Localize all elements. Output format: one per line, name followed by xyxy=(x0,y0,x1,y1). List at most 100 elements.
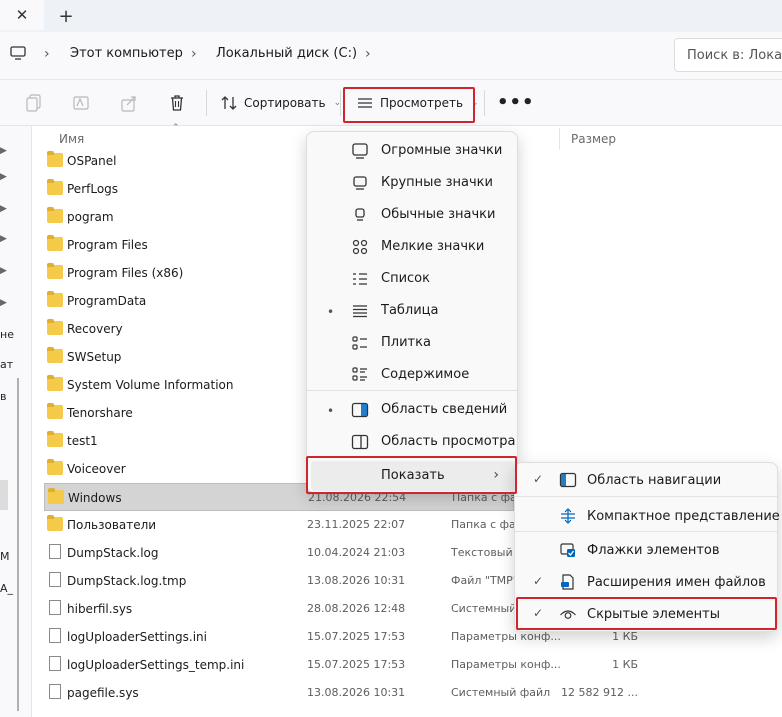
selected-bullet: • xyxy=(327,305,335,319)
view-menu-item[interactable]: Содержимое xyxy=(311,360,515,390)
check-icon: ✓ xyxy=(533,606,544,620)
file-date: 13.08.2026 10:31 xyxy=(307,574,406,587)
folder-icon xyxy=(47,375,63,391)
toolbar-separator xyxy=(340,90,341,116)
list-icon xyxy=(351,271,369,287)
view-menu-item-label: Таблица xyxy=(381,303,439,318)
rename-icon[interactable] xyxy=(71,93,91,113)
nav-item-text[interactable]: в xyxy=(0,390,6,403)
column-header-name[interactable]: Имя xyxy=(59,132,84,146)
expand-arrow-icon[interactable]: ▶ xyxy=(0,146,7,156)
file-name: pogram xyxy=(67,210,114,224)
view-menu-item-label: Область просмотра xyxy=(381,434,516,449)
chevron-right-icon[interactable]: › xyxy=(44,46,50,62)
expand-arrow-icon[interactable]: ▶ xyxy=(0,298,7,308)
extra-large-icons-icon xyxy=(351,143,369,159)
file-name: DumpStack.log xyxy=(67,546,159,560)
file-icon xyxy=(49,684,61,699)
chevron-right-icon: › xyxy=(493,467,499,483)
menu-separator xyxy=(307,456,517,457)
nav-item-text[interactable]: не xyxy=(0,328,14,341)
breadcrumb-local-disk[interactable]: Локальный диск (C:) xyxy=(216,46,357,61)
folder-icon xyxy=(47,235,63,251)
folder-icon xyxy=(47,291,63,307)
view-menu-item[interactable]: Мелкие значки xyxy=(311,232,515,262)
view-menu-item[interactable]: Огромные значки xyxy=(311,136,515,166)
file-date: 13.08.2026 10:31 xyxy=(307,686,406,699)
folder-icon xyxy=(47,151,63,167)
view-menu-item[interactable]: Крупные значки xyxy=(311,168,515,198)
view-menu-item[interactable]: Список xyxy=(311,264,515,294)
show-submenu-item[interactable]: Компактное представление xyxy=(519,501,780,531)
sort-icon xyxy=(221,96,237,110)
view-menu-item[interactable]: • Область сведений xyxy=(311,395,515,425)
nav-item-text[interactable]: ат xyxy=(0,358,13,371)
copy-icon[interactable] xyxy=(24,93,44,113)
nav-selected-item[interactable] xyxy=(0,480,8,510)
view-label: Просмотреть xyxy=(380,96,464,110)
expand-arrow-icon[interactable]: ▶ xyxy=(0,234,7,244)
view-menu-item[interactable]: • Таблица xyxy=(311,296,515,326)
show-submenu-item[interactable]: ✓ Скрытые элементы xyxy=(519,599,775,629)
folder-icon xyxy=(47,515,63,531)
nav-item-text[interactable]: А_ xyxy=(0,582,13,595)
chevron-right-icon[interactable]: › xyxy=(365,46,371,62)
file-name: DumpStack.log.tmp xyxy=(67,574,187,588)
view-menu-item-label: Область сведений xyxy=(381,402,508,417)
file-name: logUploaderSettings_temp.ini xyxy=(67,658,245,672)
file-name: Program Files (x86) xyxy=(67,266,184,280)
view-menu-item-label: Крупные значки xyxy=(381,175,493,190)
command-bar: Сортировать ⌄ Просмотреть ⌄ xyxy=(0,80,782,126)
view-button[interactable]: Просмотреть ⌄ xyxy=(356,89,479,117)
navigation-pane-icon xyxy=(559,472,577,488)
file-name: PerfLogs xyxy=(67,182,119,196)
expand-arrow-icon[interactable]: ▶ xyxy=(0,204,7,214)
more-options-icon[interactable]: ••• xyxy=(497,92,535,113)
expand-arrow-icon[interactable]: ▶ xyxy=(0,172,7,182)
folder-icon xyxy=(48,488,64,504)
show-submenu-item[interactable]: ✓ Расширения имен файлов xyxy=(519,567,775,597)
folder-icon xyxy=(47,403,63,419)
new-tab-icon[interactable]: + xyxy=(52,4,80,28)
chevron-right-icon[interactable]: › xyxy=(191,46,197,62)
show-menu-item[interactable]: Показать › xyxy=(311,461,515,491)
view-menu-item[interactable]: Обычные значки xyxy=(311,200,515,230)
folder-icon xyxy=(47,263,63,279)
search-input[interactable]: Поиск в: Локальный xyxy=(674,38,782,72)
show-submenu-item-label: Компактное представление xyxy=(587,509,780,524)
file-date: 28.08.2026 12:48 xyxy=(307,602,406,615)
view-menu-item-label: Мелкие значки xyxy=(381,239,485,254)
column-header-size[interactable]: Размер xyxy=(571,132,616,146)
file-size: 12 582 912 ... xyxy=(561,686,638,699)
view-menu-item[interactable]: Плитка xyxy=(311,328,515,358)
toolbar-separator xyxy=(484,90,485,116)
show-submenu-item[interactable]: Флажки элементов xyxy=(519,535,775,565)
show-submenu-item[interactable]: ✓ Область навигации xyxy=(519,465,775,495)
close-tab-icon[interactable]: ✕ xyxy=(0,0,44,30)
compact-view-icon xyxy=(559,508,577,524)
file-extensions-icon xyxy=(559,574,577,590)
sort-button[interactable]: Сортировать ⌄ xyxy=(220,89,341,117)
delete-icon[interactable] xyxy=(167,93,187,113)
table-row[interactable]: logUploaderSettings_temp.ini 15.07.2025 1… xyxy=(44,651,782,679)
file-icon xyxy=(49,656,61,671)
breadcrumb-this-pc[interactable]: Этот компьютер xyxy=(70,46,183,61)
folder-icon xyxy=(47,347,63,363)
file-name: System Volume Information xyxy=(67,378,234,392)
share-icon[interactable] xyxy=(119,93,139,113)
nav-scrollbar[interactable] xyxy=(17,378,19,711)
check-icon: ✓ xyxy=(533,574,544,588)
view-menu-item[interactable]: Область просмотра xyxy=(311,427,515,457)
file-size: 1 КБ xyxy=(612,658,638,671)
expand-arrow-icon[interactable]: ▶ xyxy=(0,266,7,276)
file-icon xyxy=(49,600,61,615)
table-row[interactable]: pagefile.sys 13.08.2026 10:31 Системный фа… xyxy=(44,679,782,707)
sort-label: Сортировать xyxy=(244,96,326,110)
content-icon xyxy=(351,367,369,383)
file-type: Параметры конф... xyxy=(451,658,561,671)
nav-item-text[interactable]: М xyxy=(0,550,10,563)
show-submenu-item-label: Флажки элементов xyxy=(587,543,720,558)
view-menu-item-label: Обычные значки xyxy=(381,207,496,222)
details-pane-icon xyxy=(351,402,369,418)
details-icon xyxy=(351,303,369,319)
